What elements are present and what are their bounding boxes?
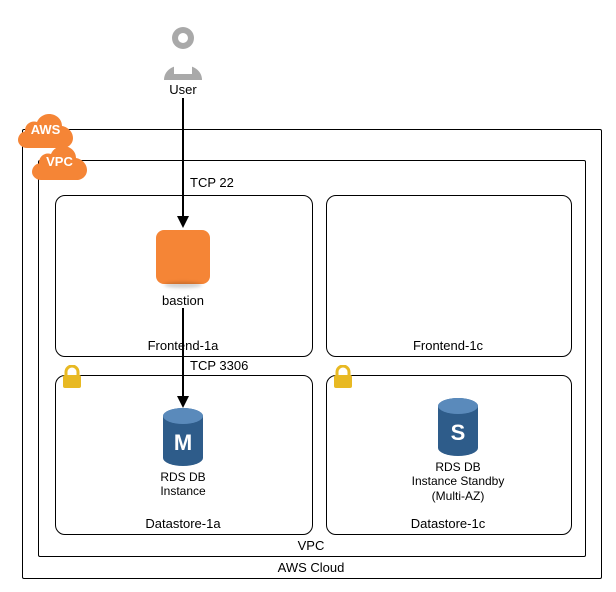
arrow-head-icon: [177, 216, 189, 228]
rds-standby-icon: S: [436, 398, 480, 456]
arrow-head-icon: [177, 396, 189, 408]
rds-primary-letter: M: [161, 430, 205, 456]
arrow-bastion-rds: [182, 308, 184, 398]
rds-primary-icon: M: [161, 408, 205, 466]
arrow-user-bastion: [182, 98, 184, 218]
ec2-instance-icon: [156, 230, 210, 284]
subnet-datastore-1c-label: Datastore-1c: [326, 516, 570, 531]
lock-icon: [332, 365, 354, 389]
vpc-badge-text: VPC: [32, 154, 87, 169]
aws-cloud-label: AWS Cloud: [22, 560, 600, 575]
subnet-datastore-1a-label: Datastore-1a: [55, 516, 311, 531]
bastion-label: bastion: [140, 293, 226, 308]
user-label: User: [148, 82, 218, 97]
conn-tcp22-label: TCP 22: [190, 175, 250, 190]
user-icon: [158, 24, 208, 80]
aws-badge-text: AWS: [18, 122, 73, 137]
subnet-frontend-1c: [326, 195, 572, 357]
architecture-diagram: AWS Cloud VPC Frontend-1a Frontend-1c Da…: [0, 0, 616, 592]
rds-standby-label: RDS DB Instance Standby (Multi-AZ): [392, 460, 524, 503]
lock-icon: [61, 365, 83, 389]
rds-primary-label: RDS DB Instance: [120, 470, 246, 499]
conn-tcp3306-label: TCP 3306: [190, 358, 270, 373]
rds-standby-letter: S: [436, 420, 480, 446]
aws-badge-icon: AWS: [18, 112, 73, 148]
subnet-frontend-1c-label: Frontend-1c: [326, 338, 570, 353]
vpc-label: VPC: [38, 538, 584, 553]
vpc-badge-icon: VPC: [32, 144, 87, 180]
